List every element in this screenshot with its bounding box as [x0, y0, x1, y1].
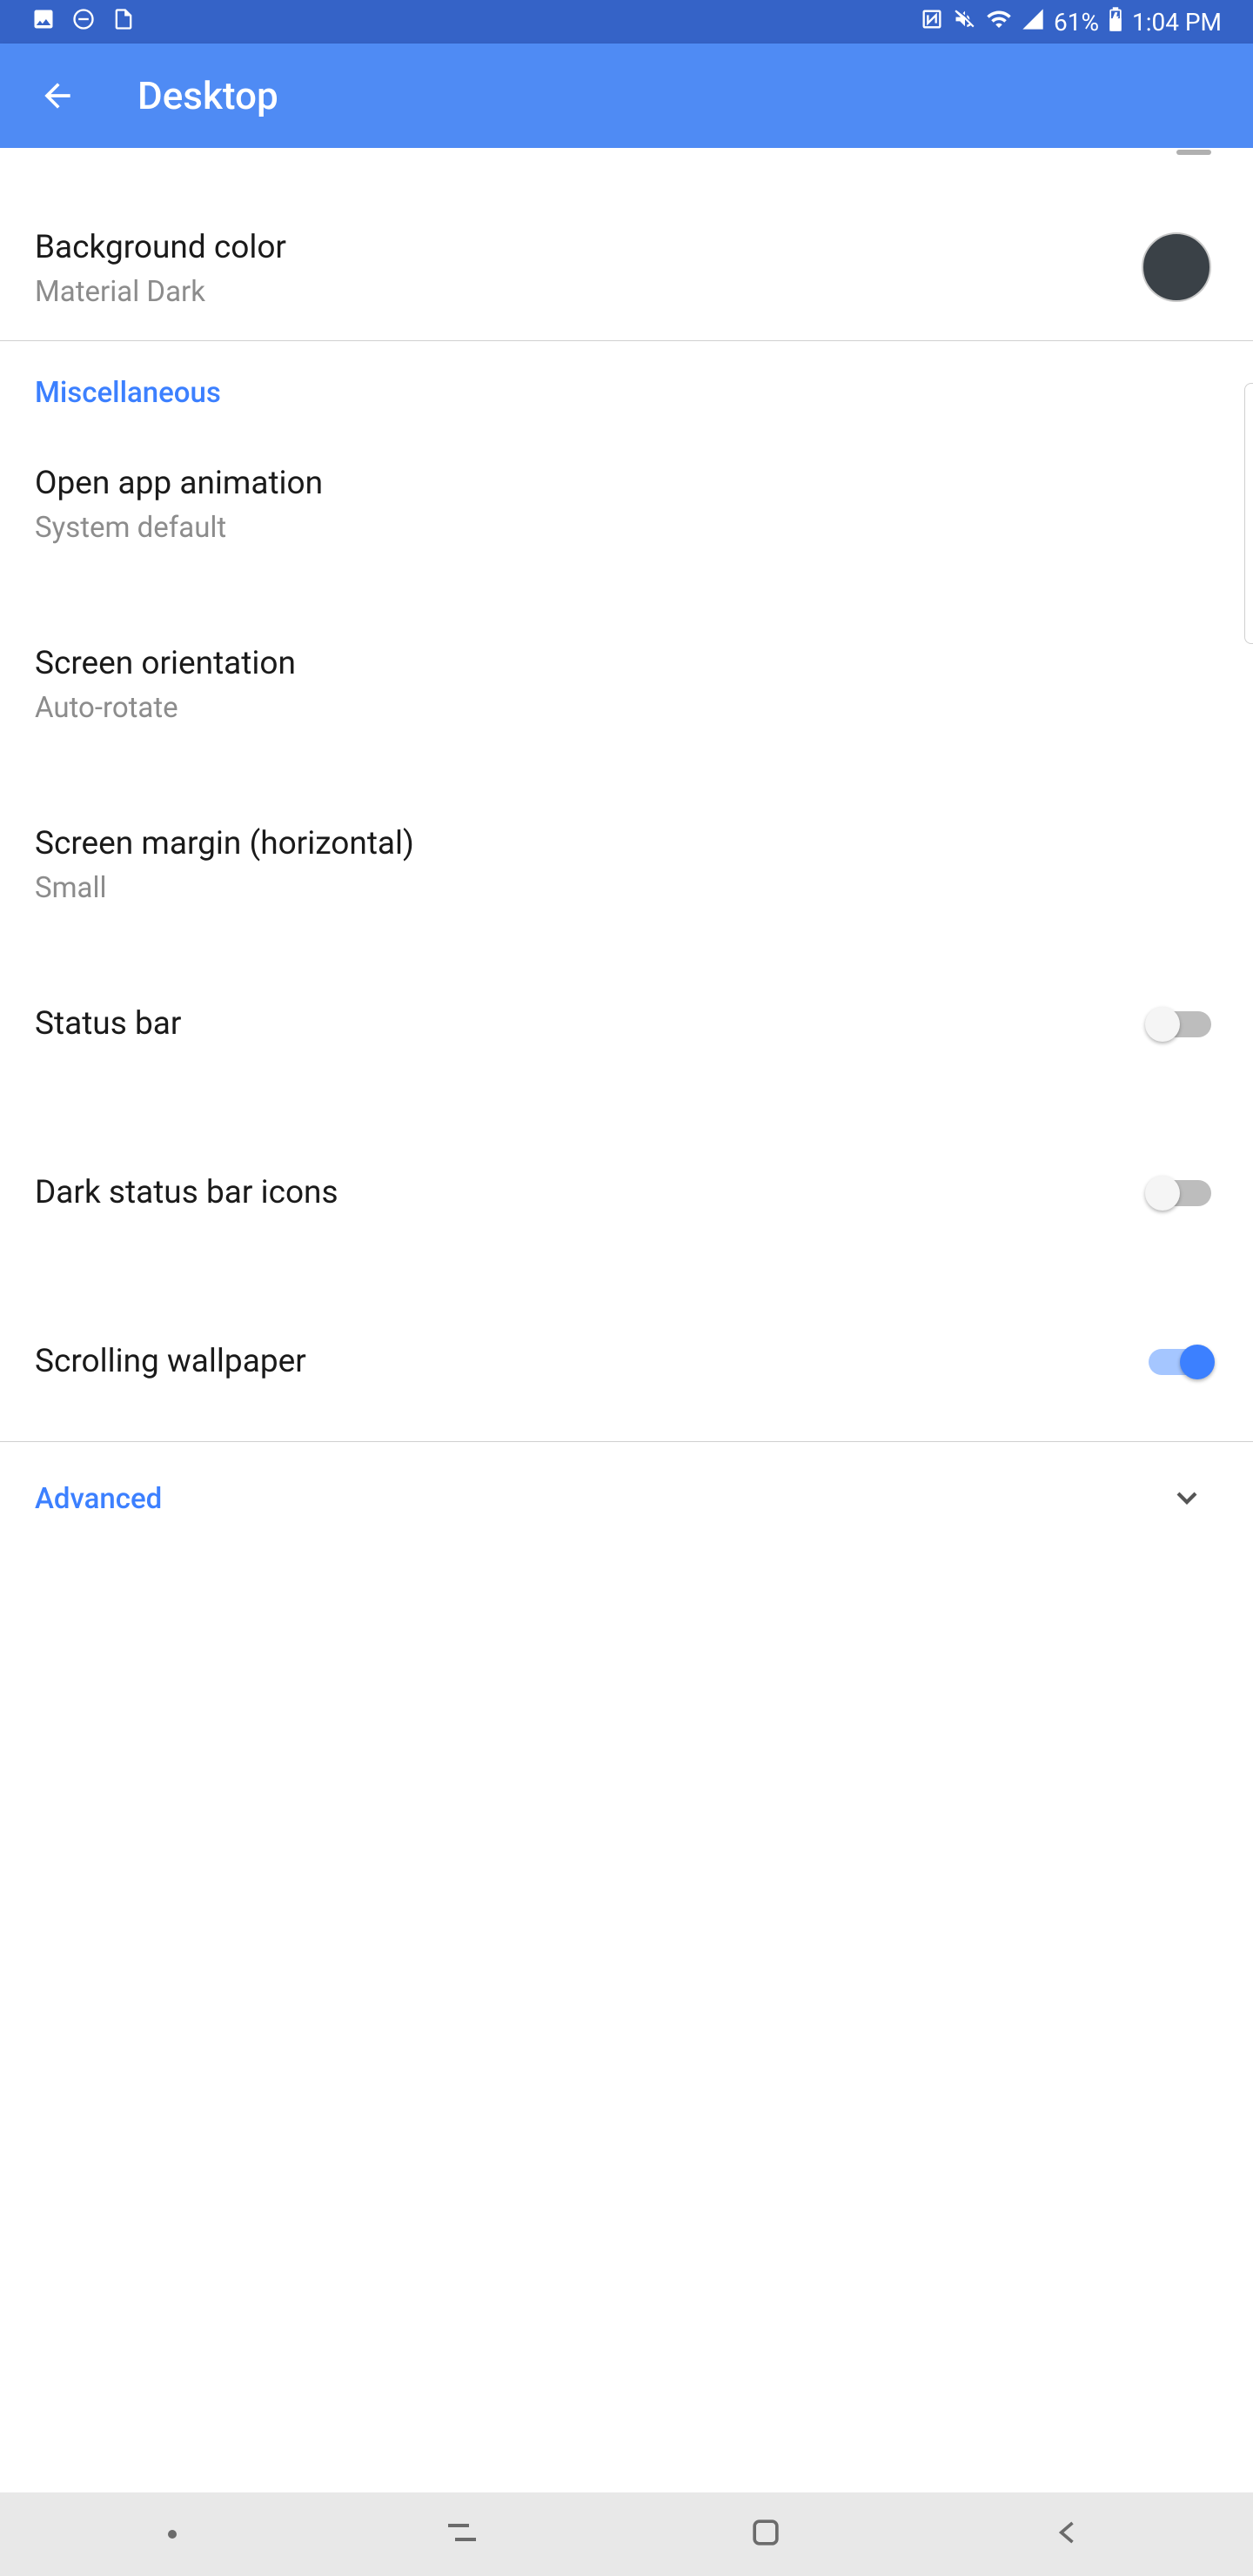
nfc-icon: [920, 7, 944, 37]
nav-home-button[interactable]: [747, 2513, 785, 2555]
row-screen-orientation[interactable]: Screen orientation Auto-rotate: [0, 611, 1253, 756]
row-title: Background color: [35, 226, 1142, 270]
row-subtitle: System default: [35, 511, 1218, 545]
settings-list[interactable]: Background color Material Dark Miscellan…: [0, 148, 1253, 1529]
row-advanced[interactable]: Advanced: [0, 1442, 1253, 1529]
system-nav-bar: [0, 2492, 1253, 2576]
battery-pct: 61%: [1054, 8, 1099, 37]
dnd-icon: [71, 7, 96, 37]
doc-icon: [111, 7, 136, 37]
toggle-dark-icons[interactable]: [1149, 1180, 1211, 1206]
row-title: Screen margin (horizontal): [35, 822, 1218, 866]
clock-time: 1:04 PM: [1132, 8, 1222, 37]
row-title: Dark status bar icons: [35, 1171, 1149, 1215]
nav-recents-button[interactable]: [441, 2512, 483, 2557]
row-title: Open app animation: [35, 462, 1218, 506]
advanced-label: Advanced: [35, 1482, 1169, 1516]
row-screen-margin[interactable]: Screen margin (horizontal) Small: [0, 791, 1253, 936]
image-icon: [31, 7, 56, 37]
wifi-icon: [986, 6, 1012, 38]
color-swatch[interactable]: [1142, 232, 1211, 302]
nav-dot-icon: [167, 2526, 178, 2543]
scrollbar-hint: [1244, 383, 1253, 644]
app-bar: Desktop: [0, 44, 1253, 148]
partial-toggle-peek: [1176, 150, 1211, 155]
system-status-bar: 61% 1:04 PM: [0, 0, 1253, 44]
toggle-status-bar[interactable]: [1149, 1011, 1211, 1037]
nav-back-button[interactable]: [1049, 2513, 1087, 2555]
chevron-down-icon: [1169, 1480, 1204, 1519]
row-title: Status bar: [35, 1003, 1149, 1046]
row-subtitle: Material Dark: [35, 275, 1142, 309]
signal-icon: [1021, 7, 1045, 37]
row-subtitle: Auto-rotate: [35, 691, 1218, 725]
page-title: Desktop: [137, 73, 278, 118]
row-dark-status-icons[interactable]: Dark status bar icons: [0, 1140, 1253, 1246]
row-subtitle: Small: [35, 871, 1218, 905]
row-status-bar[interactable]: Status bar: [0, 971, 1253, 1077]
row-scrolling-wallpaper[interactable]: Scrolling wallpaper: [0, 1309, 1253, 1415]
toggle-scrolling-wallpaper[interactable]: [1149, 1349, 1211, 1375]
row-open-app-animation[interactable]: Open app animation System default: [0, 431, 1253, 576]
back-button[interactable]: [37, 75, 78, 117]
row-title: Scrolling wallpaper: [35, 1340, 1149, 1384]
row-background-color[interactable]: Background color Material Dark: [0, 195, 1253, 340]
battery-icon: [1108, 7, 1123, 37]
mute-icon: [953, 7, 977, 37]
row-title: Screen orientation: [35, 642, 1218, 686]
section-header-misc: Miscellaneous: [0, 341, 1253, 431]
